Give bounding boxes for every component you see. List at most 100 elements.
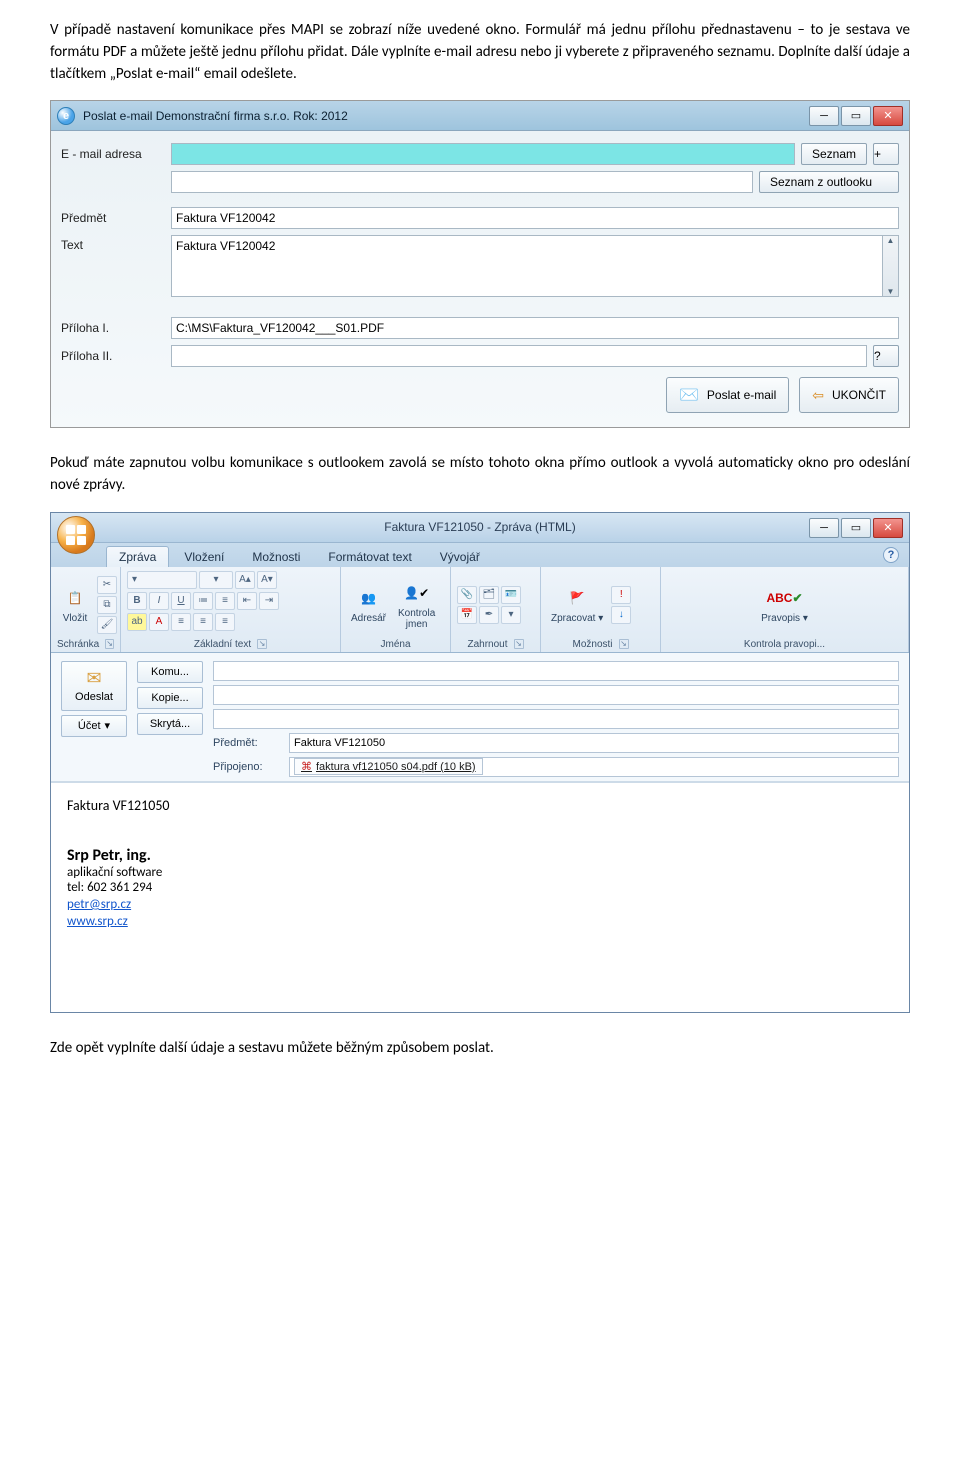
maximize-button[interactable]: ▭ bbox=[841, 106, 871, 126]
cc-input[interactable] bbox=[213, 685, 899, 705]
tab-message[interactable]: Zpráva bbox=[106, 546, 169, 567]
dialog-launcher[interactable]: ↘ bbox=[257, 639, 267, 649]
check-names-button[interactable]: 👤✔ Kontrola jmen bbox=[394, 578, 439, 632]
flag-icon: 🚩 bbox=[563, 585, 591, 611]
highlight-button[interactable]: ab bbox=[127, 613, 147, 631]
dialog-launcher[interactable]: ↘ bbox=[619, 639, 629, 649]
titlebar: e Poslat e-mail Demonstrační firma s.r.o… bbox=[51, 101, 909, 131]
email-input-2[interactable] bbox=[171, 171, 753, 193]
email-label: E - mail adresa bbox=[61, 147, 171, 161]
subject-input[interactable] bbox=[289, 733, 899, 753]
dialog-launcher[interactable]: ↘ bbox=[105, 639, 114, 649]
tab-developer[interactable]: Vývojář bbox=[427, 546, 493, 567]
account-button[interactable]: Účet ▾ bbox=[61, 715, 127, 737]
list-button[interactable]: Seznam bbox=[801, 143, 867, 165]
send-email-button[interactable]: ✉️ Poslat e-mail bbox=[666, 377, 789, 413]
underline-button[interactable]: U bbox=[171, 592, 191, 610]
attachment2-input[interactable] bbox=[171, 345, 867, 367]
cut-button[interactable]: ✂ bbox=[97, 576, 117, 594]
attachment1-label: Příloha I. bbox=[61, 321, 171, 335]
paste-button[interactable]: 📋 Vložit bbox=[57, 583, 93, 626]
to-input[interactable] bbox=[213, 661, 899, 681]
font-select[interactable]: ▾ bbox=[127, 571, 197, 589]
signature-web[interactable]: www.srp.cz bbox=[67, 914, 128, 929]
tab-options[interactable]: Možnosti bbox=[239, 546, 313, 567]
ribbon: 📋 Vložit ✂ ⧉ 🖌 Schránka↘ ▾ ▾ A▴ A▾ bbox=[51, 567, 909, 653]
attach-item-button[interactable]: 🗂 bbox=[479, 586, 499, 604]
message-body[interactable]: Faktura VF121050 Srp Petr, ing. aplikačn… bbox=[51, 782, 909, 1012]
clipboard-icon: 📋 bbox=[61, 585, 89, 611]
address-book-icon: 👥 bbox=[355, 585, 383, 611]
align-center[interactable]: ≡ bbox=[193, 613, 213, 631]
cc-button[interactable]: Kopie... bbox=[137, 687, 203, 709]
body-line: Faktura VF121050 bbox=[67, 797, 893, 814]
envelope-icon: ✉️ bbox=[679, 385, 699, 405]
send-button[interactable]: ✉ Odeslat bbox=[61, 661, 127, 711]
more-button[interactable]: ▾ bbox=[501, 606, 521, 624]
attachment2-label: Příloha II. bbox=[61, 349, 171, 363]
scrollbar[interactable]: ▲▼ bbox=[883, 235, 899, 297]
maximize-button[interactable]: ▭ bbox=[841, 518, 871, 538]
close-button[interactable]: ⇦ UKONČIT bbox=[799, 377, 899, 413]
attach-file-button[interactable]: 📎 bbox=[457, 586, 477, 604]
ribbon-tabs: Zpráva Vložení Možnosti Formátovat text … bbox=[51, 543, 909, 567]
indent-right[interactable]: ⇥ bbox=[259, 592, 279, 610]
close-window-button[interactable]: ✕ bbox=[873, 518, 903, 538]
grow-font[interactable]: A▴ bbox=[235, 571, 255, 589]
spelling-button[interactable]: ABC✔ Pravopis ▾ bbox=[757, 583, 812, 626]
outlook-compose-window: Faktura VF121050 - Zpráva (HTML) ─ ▭ ✕ Z… bbox=[50, 512, 910, 1013]
low-importance[interactable]: ↓ bbox=[611, 606, 631, 624]
email-dialog-window: e Poslat e-mail Demonstrační firma s.r.o… bbox=[50, 100, 910, 428]
spellcheck-icon: ABC✔ bbox=[771, 585, 799, 611]
dialog-launcher[interactable]: ↘ bbox=[514, 639, 524, 649]
email-input[interactable] bbox=[171, 143, 795, 165]
signature-line: aplikační software bbox=[67, 865, 893, 880]
high-importance[interactable]: ! bbox=[611, 586, 631, 604]
italic-button[interactable]: I bbox=[149, 592, 169, 610]
outlook-list-button[interactable]: Seznam z outlooku bbox=[759, 171, 899, 193]
bold-button[interactable]: B bbox=[127, 592, 147, 610]
signature-email[interactable]: petr@srp.cz bbox=[67, 897, 131, 912]
add-button[interactable]: + bbox=[873, 143, 899, 165]
tab-insert[interactable]: Vložení bbox=[171, 546, 237, 567]
signature-button[interactable]: ✒ bbox=[479, 606, 499, 624]
indent-left[interactable]: ⇤ bbox=[237, 592, 257, 610]
numbering-button[interactable]: ≡ bbox=[215, 592, 235, 610]
titlebar: Faktura VF121050 - Zpráva (HTML) ─ ▭ ✕ bbox=[51, 513, 909, 543]
business-card-button[interactable]: 🪪 bbox=[501, 586, 521, 604]
minimize-button[interactable]: ─ bbox=[809, 106, 839, 126]
align-left[interactable]: ≡ bbox=[171, 613, 191, 631]
calendar-button[interactable]: 📅 bbox=[457, 606, 477, 624]
font-color-button[interactable]: A bbox=[149, 613, 169, 631]
followup-button[interactable]: 🚩 Zpracovat ▾ bbox=[547, 583, 607, 626]
attachment1-input[interactable] bbox=[171, 317, 899, 339]
attached-label: Připojeno: bbox=[213, 761, 283, 773]
attachment-chip[interactable]: ⌘ faktura vf121050 s04.pdf (10 kB) bbox=[294, 758, 483, 775]
signature-line: tel: 602 361 294 bbox=[67, 880, 893, 895]
tab-format[interactable]: Formátovat text bbox=[315, 546, 424, 567]
send-icon: ✉ bbox=[86, 668, 101, 689]
pdf-icon: ⌘ bbox=[301, 760, 312, 773]
subject-input[interactable] bbox=[171, 207, 899, 229]
close-window-button[interactable]: ✕ bbox=[873, 106, 903, 126]
address-book-button[interactable]: 👥 Adresář bbox=[347, 583, 390, 626]
body-textarea[interactable]: Faktura VF120042 bbox=[171, 235, 883, 297]
office-orb-button[interactable] bbox=[57, 516, 95, 554]
help-button[interactable]: ? bbox=[873, 345, 899, 367]
font-size[interactable]: ▾ bbox=[199, 571, 233, 589]
paragraph-1: V případě nastavení komunikace přes MAPI… bbox=[50, 20, 910, 85]
text-label: Text bbox=[61, 235, 171, 252]
exit-icon: ⇦ bbox=[812, 387, 824, 404]
bcc-button[interactable]: Skrytá... bbox=[137, 713, 203, 735]
minimize-button[interactable]: ─ bbox=[809, 518, 839, 538]
copy-button[interactable]: ⧉ bbox=[97, 596, 117, 614]
to-button[interactable]: Komu... bbox=[137, 661, 203, 683]
shrink-font[interactable]: A▾ bbox=[257, 571, 277, 589]
format-painter-button[interactable]: 🖌 bbox=[97, 616, 117, 634]
bullets-button[interactable]: ≔ bbox=[193, 592, 213, 610]
subject-label: Předmět bbox=[61, 211, 171, 225]
bcc-input[interactable] bbox=[213, 709, 899, 729]
paragraph-3: Zde opět vyplníte další údaje a sestavu … bbox=[50, 1038, 910, 1060]
help-icon[interactable]: ? bbox=[883, 547, 899, 563]
align-right[interactable]: ≡ bbox=[215, 613, 235, 631]
